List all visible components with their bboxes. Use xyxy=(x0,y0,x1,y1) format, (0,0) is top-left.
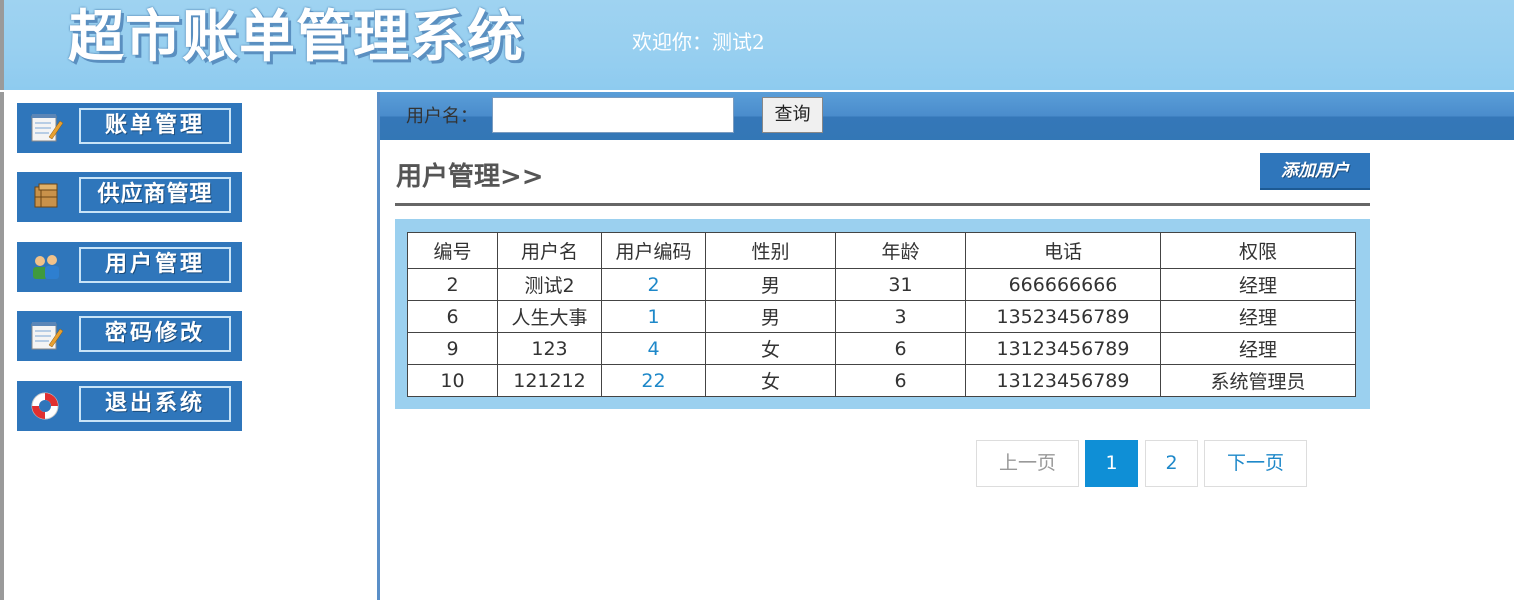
table-header-row: 编号 用户名 用户编码 性别 年龄 电话 权限 xyxy=(407,232,1356,269)
table-row: 6 人生大事 1 男 3 13523456789 经理 xyxy=(407,300,1356,333)
users-icon xyxy=(33,255,59,279)
cell-usercode-link[interactable]: 4 xyxy=(601,332,706,365)
page-title: 用户管理>> xyxy=(396,162,544,192)
user-table: 编号 用户名 用户编码 性别 年龄 电话 权限 2 测试2 2 男 31 666… xyxy=(407,232,1356,397)
sidebar: 账单管理 供应商管理 用户管理 密码修改 退出系统 xyxy=(0,92,378,600)
sidebar-item-bill[interactable]: 账单管理 xyxy=(17,103,242,153)
sidebar-item-label: 账单管理 xyxy=(79,108,231,144)
cell-age: 3 xyxy=(835,300,966,333)
sidebar-item-logout[interactable]: 退出系统 xyxy=(17,381,242,431)
page-2-button[interactable]: 2 xyxy=(1145,440,1198,487)
sidebar-item-password[interactable]: 密码修改 xyxy=(17,311,242,361)
cell-username: 测试2 xyxy=(497,268,602,301)
cell-phone: 666666666 xyxy=(965,268,1161,301)
cell-age: 31 xyxy=(835,268,966,301)
column-header: 年龄 xyxy=(835,232,966,269)
cell-usercode-link[interactable]: 1 xyxy=(601,300,706,333)
table-container: 编号 用户名 用户编码 性别 年龄 电话 权限 2 测试2 2 男 31 666… xyxy=(395,219,1370,409)
cell-username: 人生大事 xyxy=(497,300,602,333)
cell-id: 2 xyxy=(407,268,498,301)
cell-role: 经理 xyxy=(1160,332,1356,365)
sidebar-item-label: 用户管理 xyxy=(79,247,231,283)
sidebar-item-label: 供应商管理 xyxy=(79,177,231,213)
notepad-icon xyxy=(31,322,63,350)
cell-gender: 男 xyxy=(705,268,836,301)
add-user-button[interactable]: 添加用户 xyxy=(1260,153,1370,190)
cell-username: 121212 xyxy=(497,364,602,397)
search-bar: 用户名： 查询 xyxy=(380,92,1514,140)
search-label: 用户名： xyxy=(406,106,478,127)
sidebar-item-label: 密码修改 xyxy=(79,316,231,352)
cell-role: 系统管理员 xyxy=(1160,364,1356,397)
column-header: 编号 xyxy=(407,232,498,269)
cell-usercode-link[interactable]: 22 xyxy=(601,364,706,397)
cell-phone: 13123456789 xyxy=(965,364,1161,397)
cell-id: 9 xyxy=(407,332,498,365)
column-header: 电话 xyxy=(965,232,1161,269)
cell-gender: 男 xyxy=(705,300,836,333)
page-1-button[interactable]: 1 xyxy=(1085,440,1138,487)
app-logo: 超市账单管理系统 xyxy=(68,5,524,70)
cell-role: 经理 xyxy=(1160,268,1356,301)
column-header: 权限 xyxy=(1160,232,1356,269)
app-header: 超市账单管理系统 欢迎你：测试2 xyxy=(0,0,1514,90)
cell-gender: 女 xyxy=(705,332,836,365)
table-row: 10 121212 22 女 6 13123456789 系统管理员 xyxy=(407,364,1356,397)
cell-age: 6 xyxy=(835,332,966,365)
notepad-icon xyxy=(31,114,63,142)
cell-id: 10 xyxy=(407,364,498,397)
box-icon xyxy=(34,183,58,208)
title-divider xyxy=(395,203,1370,206)
sidebar-item-users[interactable]: 用户管理 xyxy=(17,242,242,292)
cell-role: 经理 xyxy=(1160,300,1356,333)
next-page-button[interactable]: 下一页 xyxy=(1204,440,1307,487)
username-search-input[interactable] xyxy=(492,97,734,133)
cell-gender: 女 xyxy=(705,364,836,397)
sidebar-item-label: 退出系统 xyxy=(79,386,231,422)
cell-usercode-link[interactable]: 2 xyxy=(601,268,706,301)
table-row: 9 123 4 女 6 13123456789 经理 xyxy=(407,332,1356,365)
main-content: 用户名： 查询 用户管理>> 添加用户 编号 用户名 用户编码 性别 年龄 电话… xyxy=(380,92,1514,600)
cell-age: 6 xyxy=(835,364,966,397)
sidebar-item-supplier[interactable]: 供应商管理 xyxy=(17,172,242,222)
column-header: 用户编码 xyxy=(601,232,706,269)
table-row: 2 测试2 2 男 31 666666666 经理 xyxy=(407,268,1356,301)
cell-username: 123 xyxy=(497,332,602,365)
cell-phone: 13523456789 xyxy=(965,300,1161,333)
cell-id: 6 xyxy=(407,300,498,333)
search-button[interactable]: 查询 xyxy=(762,97,823,133)
welcome-text: 欢迎你：测试2 xyxy=(632,30,765,54)
column-header: 性别 xyxy=(705,232,836,269)
cell-phone: 13123456789 xyxy=(965,332,1161,365)
column-header: 用户名 xyxy=(497,232,602,269)
prev-page-button[interactable]: 上一页 xyxy=(976,440,1079,487)
lifebuoy-icon xyxy=(31,392,59,420)
